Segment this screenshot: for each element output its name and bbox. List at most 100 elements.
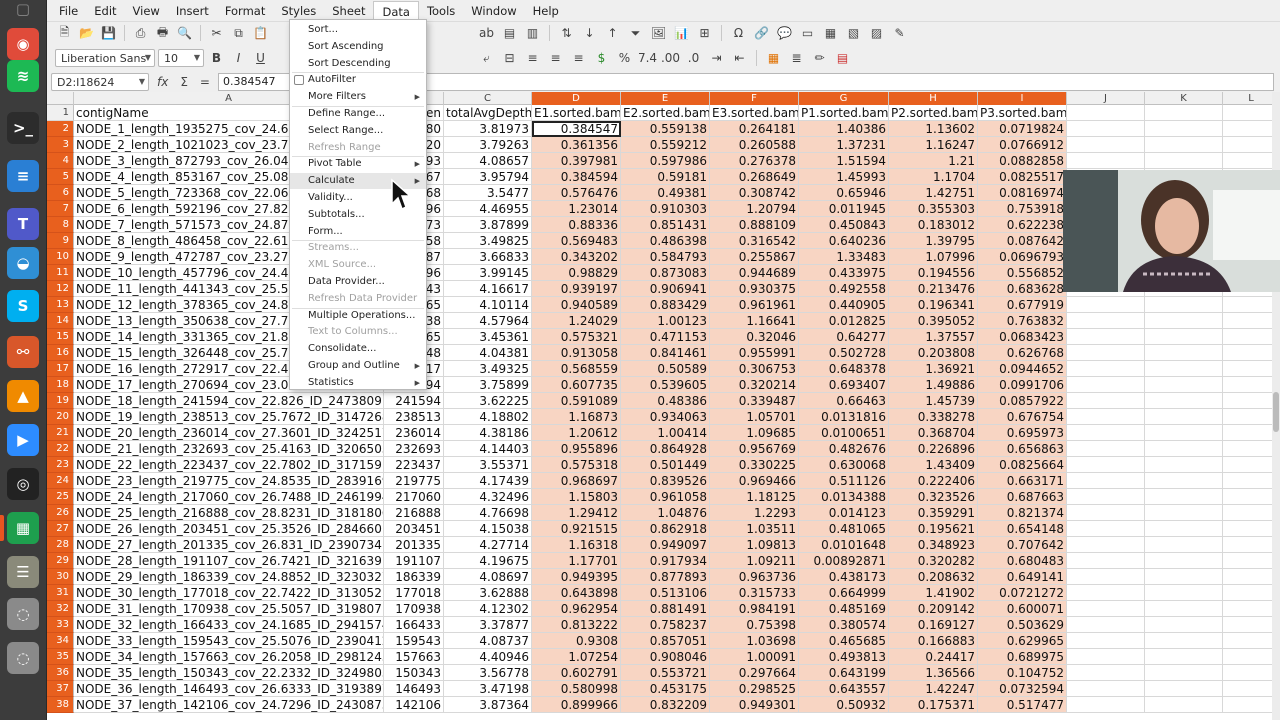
formula-equals-icon[interactable]: =: [196, 75, 214, 89]
data-cell[interactable]: 0.380574: [799, 617, 889, 633]
data-cell[interactable]: 0.0696793: [978, 249, 1067, 265]
data-cell[interactable]: 1.45739: [889, 393, 978, 409]
menu-item-sort[interactable]: Sort...: [290, 22, 426, 38]
data-cell[interactable]: 0.32046: [710, 329, 799, 345]
row-header[interactable]: 30: [47, 569, 74, 585]
data-cell[interactable]: 0.226896: [889, 441, 978, 457]
data-cell[interactable]: 0.687663: [978, 489, 1067, 505]
data-cell[interactable]: 0.899966: [532, 697, 621, 713]
data-cell[interactable]: 0.908046: [621, 649, 710, 665]
data-cell[interactable]: 0.323526: [889, 489, 978, 505]
data-cell[interactable]: 0.695973: [978, 425, 1067, 441]
empty-cell[interactable]: [1067, 297, 1145, 313]
files-icon[interactable]: ▢: [7, 0, 39, 18]
data-cell[interactable]: NODE_33_length_159543_cov_25.5076_ID_239…: [74, 633, 384, 649]
data-cell[interactable]: 0.0721272: [978, 585, 1067, 601]
number-format-icon[interactable]: 7.4: [638, 49, 657, 68]
data-cell[interactable]: 0.208632: [889, 569, 978, 585]
data-cell[interactable]: 1.07254: [532, 649, 621, 665]
data-cell[interactable]: 0.934063: [621, 409, 710, 425]
data-cell[interactable]: 0.315733: [710, 585, 799, 601]
column-title-cell[interactable]: E3.sorted.bam: [710, 105, 799, 121]
menu-help[interactable]: Help: [525, 1, 567, 21]
data-cell[interactable]: 3.49825: [444, 233, 532, 249]
data-cell[interactable]: 0.888109: [710, 217, 799, 233]
data-cell[interactable]: 4.04381: [444, 345, 532, 361]
data-cell[interactable]: 0.297664: [710, 665, 799, 681]
data-cell[interactable]: NODE_24_length_217060_cov_26.7488_ID_246…: [74, 489, 384, 505]
data-cell[interactable]: 3.75899: [444, 377, 532, 393]
data-cell[interactable]: 0.268649: [710, 169, 799, 185]
data-cell[interactable]: 1.16318: [532, 537, 621, 553]
row-header[interactable]: 4: [47, 153, 74, 169]
data-cell[interactable]: 0.320214: [710, 377, 799, 393]
data-cell[interactable]: 0.917934: [621, 553, 710, 569]
data-cell[interactable]: 1.43409: [889, 457, 978, 473]
align-right-icon[interactable]: ≡: [569, 49, 588, 68]
menu-item-data-provider[interactable]: Data Provider...: [290, 274, 426, 290]
cut-icon[interactable]: ✂: [207, 24, 226, 43]
data-cell[interactable]: 0.486398: [621, 233, 710, 249]
image-icon[interactable]: 🖼: [649, 24, 668, 43]
data-cell[interactable]: 0.0944652: [978, 361, 1067, 377]
data-cell[interactable]: 0.0816974: [978, 185, 1067, 201]
data-cell[interactable]: 0.513106: [621, 585, 710, 601]
data-cell[interactable]: NODE_32_length_166433_cov_24.1685_ID_294…: [74, 617, 384, 633]
data-cell[interactable]: 0.395052: [889, 313, 978, 329]
empty-cell[interactable]: [1145, 681, 1223, 697]
empty-cell[interactable]: [1067, 329, 1145, 345]
data-cell[interactable]: NODE_37_length_142106_cov_24.7296_ID_243…: [74, 697, 384, 713]
row-header[interactable]: 1: [47, 105, 74, 121]
empty-cell[interactable]: [1067, 521, 1145, 537]
border-style-icon[interactable]: ≣: [787, 49, 806, 68]
data-cell[interactable]: 0.465685: [799, 633, 889, 649]
data-cell[interactable]: 0.630068: [799, 457, 889, 473]
row-header[interactable]: 22: [47, 441, 74, 457]
data-cell[interactable]: 0.680483: [978, 553, 1067, 569]
data-cell[interactable]: 0.910303: [621, 201, 710, 217]
obs-icon[interactable]: ◎: [7, 468, 39, 500]
data-cell[interactable]: 0.64277: [799, 329, 889, 345]
data-cell[interactable]: 0.864928: [621, 441, 710, 457]
menu-item-pivot-table[interactable]: Pivot Table ▶: [290, 156, 426, 172]
data-cell[interactable]: 0.676754: [978, 409, 1067, 425]
menu-item-consolidate[interactable]: Consolidate...: [290, 341, 426, 357]
data-cell[interactable]: 0.175371: [889, 697, 978, 713]
data-cell[interactable]: 0.343202: [532, 249, 621, 265]
data-cell[interactable]: 0.384547: [532, 121, 621, 137]
data-cell[interactable]: 0.883429: [621, 297, 710, 313]
data-cell[interactable]: 0.492558: [799, 281, 889, 297]
data-cell[interactable]: 232693: [384, 441, 444, 457]
empty-cell[interactable]: [1145, 617, 1223, 633]
delete-decimal-icon[interactable]: .0: [684, 49, 703, 68]
data-cell[interactable]: 4.57964: [444, 313, 532, 329]
data-cell[interactable]: 0.316542: [710, 233, 799, 249]
empty-cell[interactable]: [1145, 569, 1223, 585]
data-cell[interactable]: 0.962954: [532, 601, 621, 617]
underline-icon[interactable]: U: [251, 49, 270, 68]
data-cell[interactable]: 0.921515: [532, 521, 621, 537]
data-cell[interactable]: 0.984191: [710, 601, 799, 617]
data-cell[interactable]: 3.62888: [444, 585, 532, 601]
column-header-h[interactable]: H: [889, 92, 978, 105]
menu-item-multiple-operations[interactable]: Multiple Operations...: [290, 308, 426, 324]
add-decimal-icon[interactable]: .00: [661, 49, 680, 68]
data-cell[interactable]: 1.13602: [889, 121, 978, 137]
empty-cell[interactable]: [1067, 665, 1145, 681]
menu-item-form[interactable]: Form...: [290, 224, 426, 240]
column-header-e[interactable]: E: [621, 92, 710, 105]
empty-cell[interactable]: [1145, 553, 1223, 569]
data-cell[interactable]: 0.584793: [621, 249, 710, 265]
data-cell[interactable]: 4.46955: [444, 201, 532, 217]
data-cell[interactable]: 1.20794: [710, 201, 799, 217]
empty-cell[interactable]: [1067, 473, 1145, 489]
data-cell[interactable]: 1.07996: [889, 249, 978, 265]
data-cell[interactable]: 0.493813: [799, 649, 889, 665]
empty-cell[interactable]: [1145, 313, 1223, 329]
data-cell[interactable]: 0.348923: [889, 537, 978, 553]
teams-icon[interactable]: T: [7, 208, 39, 240]
disk-icon[interactable]: ◌: [7, 598, 39, 630]
row-header[interactable]: 27: [47, 521, 74, 537]
column-header-c[interactable]: C: [444, 92, 532, 105]
data-cell[interactable]: 1.45993: [799, 169, 889, 185]
